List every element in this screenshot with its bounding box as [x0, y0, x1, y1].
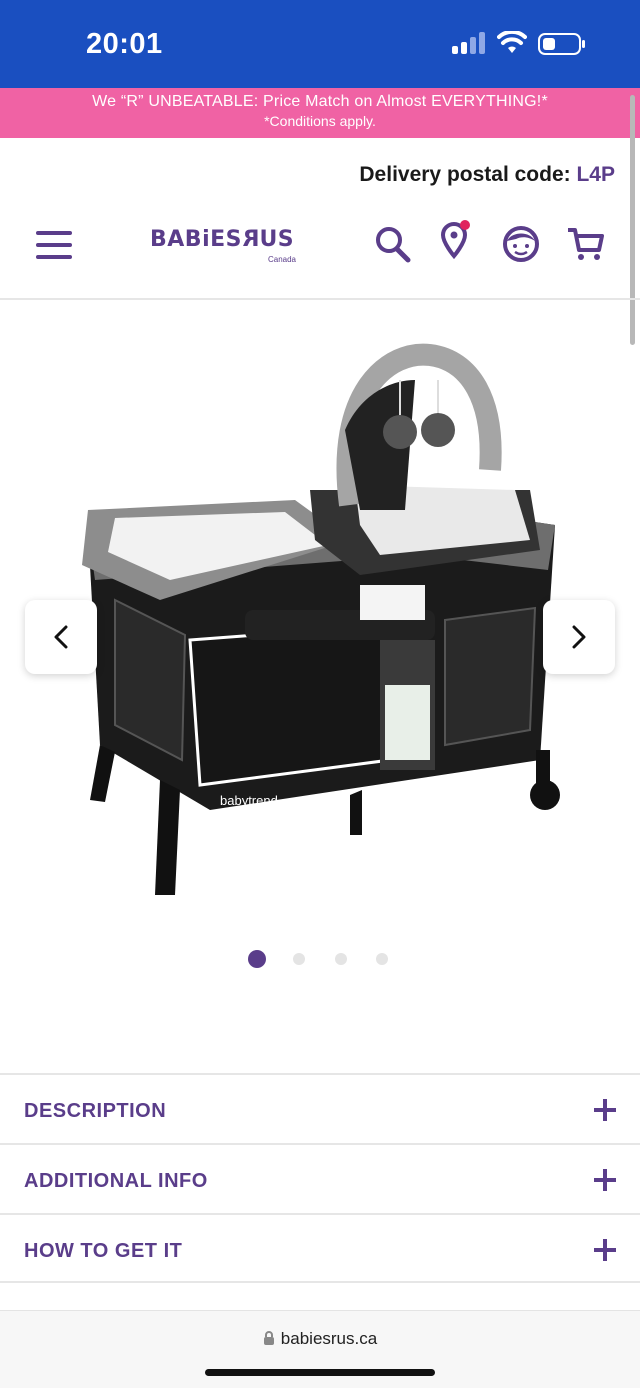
lock-icon — [263, 1331, 274, 1345]
site-header: BABiESRUS Canada — [0, 210, 640, 280]
search-icon[interactable] — [374, 224, 412, 264]
status-bar: 20:01 — [0, 0, 640, 88]
logo-text: BABiESRUS — [150, 227, 295, 252]
carousel-dot-1[interactable] — [248, 950, 266, 968]
plus-icon[interactable] — [594, 1099, 616, 1121]
carousel-dot-4[interactable] — [376, 953, 388, 965]
chevron-left-icon — [54, 625, 68, 649]
carousel-pagination — [0, 950, 640, 970]
menu-icon[interactable] — [36, 231, 72, 259]
carousel-dot-2[interactable] — [293, 953, 305, 965]
postal-code: L4P — [576, 163, 615, 186]
chevron-right-icon — [572, 625, 586, 649]
delivery-label: Delivery postal code: — [359, 163, 571, 186]
product-image[interactable]: babytrend — [60, 340, 580, 920]
plus-icon[interactable] — [594, 1239, 616, 1261]
carousel-prev-button[interactable] — [25, 600, 97, 674]
url-text: babiesrus.ca — [280, 1329, 378, 1348]
accordion-label: ADDITIONAL INFO — [24, 1170, 208, 1192]
babiesrus-logo[interactable]: BABiESRUS Canada — [150, 227, 300, 267]
logo-subtitle: Canada — [267, 255, 296, 264]
battery-icon — [538, 33, 585, 55]
delivery-postal-code[interactable]: Delivery postal code: L4P — [359, 163, 615, 187]
promo-headline: We “R” UNBEATABLE: Price Match on Almost… — [92, 93, 548, 110]
plus-icon[interactable] — [594, 1169, 616, 1191]
accordion-how-to-get-it[interactable]: HOW TO GET IT — [0, 1213, 640, 1283]
cart-icon[interactable] — [566, 224, 606, 264]
brand-mark: babytrend — [220, 793, 278, 808]
accordion-label: DESCRIPTION — [24, 1100, 167, 1122]
carousel-dot-3[interactable] — [335, 953, 347, 965]
wifi-icon — [497, 31, 527, 53]
carousel-next-button[interactable] — [543, 600, 615, 674]
url-display[interactable]: babiesrus.ca — [0, 1329, 640, 1349]
promo-conditions: *Conditions apply. — [264, 113, 376, 129]
promo-banner[interactable]: We “R” UNBEATABLE: Price Match on Almost… — [0, 88, 640, 138]
header-divider — [0, 298, 640, 300]
accordion-additional-info[interactable]: ADDITIONAL INFO — [0, 1143, 640, 1213]
store-locator-icon[interactable] — [440, 220, 472, 260]
product-accordion: DESCRIPTION ADDITIONAL INFO HOW TO GET I… — [0, 1073, 640, 1283]
account-icon[interactable] — [502, 224, 540, 264]
accordion-description[interactable]: DESCRIPTION — [0, 1073, 640, 1143]
status-time: 20:01 — [86, 28, 163, 60]
signal-icon — [452, 32, 490, 54]
accordion-label: HOW TO GET IT — [24, 1240, 183, 1262]
browser-url-bar[interactable]: babiesrus.ca — [0, 1310, 640, 1388]
home-indicator[interactable] — [205, 1369, 435, 1376]
